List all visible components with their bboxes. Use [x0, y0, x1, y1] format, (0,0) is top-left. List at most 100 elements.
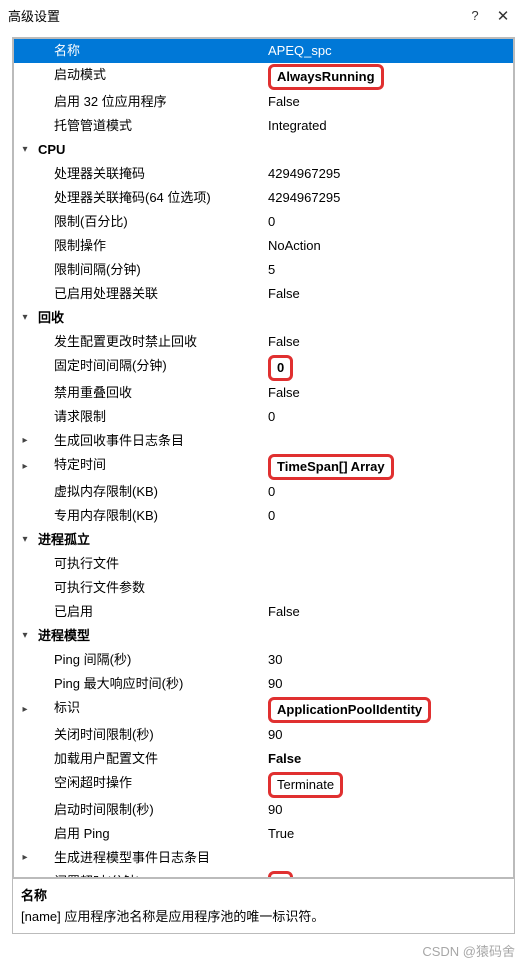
property-row[interactable]: 限制(百分比)0: [14, 210, 513, 234]
property-row[interactable]: 可执行文件参数: [14, 576, 513, 600]
property-row[interactable]: 处理器关联掩码(64 位选项)4294967295: [14, 186, 513, 210]
property-row[interactable]: 发生配置更改时禁止回收False: [14, 330, 513, 354]
property-value[interactable]: [264, 138, 513, 162]
property-row[interactable]: 已启用处理器关联False: [14, 282, 513, 306]
property-row[interactable]: 关闭时间限制(秒)90: [14, 723, 513, 747]
property-value[interactable]: False: [264, 381, 513, 405]
property-row[interactable]: 启用 PingTrue: [14, 822, 513, 846]
category-row[interactable]: ▾进程模型: [14, 624, 513, 648]
property-row[interactable]: 启用 32 位应用程序False: [14, 90, 513, 114]
property-row[interactable]: 虚拟内存限制(KB)0: [14, 480, 513, 504]
property-label: Ping 最大响应时间(秒): [36, 672, 264, 696]
property-label: 进程孤立: [36, 528, 264, 552]
property-row[interactable]: 处理器关联掩码4294967295: [14, 162, 513, 186]
property-row[interactable]: 禁用重叠回收False: [14, 381, 513, 405]
property-value[interactable]: [264, 624, 513, 648]
chevron-right-icon[interactable]: ▸: [14, 453, 36, 480]
property-row-selected[interactable]: 名称APEQ_spc: [14, 39, 513, 63]
property-row[interactable]: 请求限制0: [14, 405, 513, 429]
content-area: 名称APEQ_spc启动模式AlwaysRunning启用 32 位应用程序Fa…: [12, 37, 515, 934]
property-value[interactable]: 90: [264, 672, 513, 696]
expand-gutter: [14, 870, 36, 878]
chevron-down-icon[interactable]: ▾: [14, 528, 36, 552]
highlighted-value: Terminate: [268, 772, 343, 798]
property-label: 生成进程模型事件日志条目: [36, 846, 264, 870]
property-label: 限制(百分比): [36, 210, 264, 234]
property-grid[interactable]: 名称APEQ_spc启动模式AlwaysRunning启用 32 位应用程序Fa…: [13, 38, 514, 878]
chevron-right-icon[interactable]: ▸: [14, 696, 36, 723]
property-label: 特定时间: [36, 453, 264, 480]
property-row[interactable]: Ping 最大响应时间(秒)90: [14, 672, 513, 696]
property-row[interactable]: 可执行文件: [14, 552, 513, 576]
property-value[interactable]: 30: [264, 648, 513, 672]
property-value[interactable]: 4294967295: [264, 162, 513, 186]
chevron-down-icon[interactable]: ▾: [14, 624, 36, 648]
property-label: 启用 Ping: [36, 822, 264, 846]
property-label: 空闲超时操作: [36, 771, 264, 798]
chevron-right-icon[interactable]: ▸: [14, 846, 36, 870]
property-row[interactable]: ▸特定时间TimeSpan[] Array: [14, 453, 513, 480]
property-value[interactable]: 0: [264, 504, 513, 528]
property-value[interactable]: 0: [264, 405, 513, 429]
category-row[interactable]: ▾进程孤立: [14, 528, 513, 552]
property-label: 进程模型: [36, 624, 264, 648]
property-value[interactable]: APEQ_spc: [264, 39, 513, 63]
expand-gutter: [14, 504, 36, 528]
property-value[interactable]: 0: [264, 870, 513, 878]
property-value[interactable]: [264, 528, 513, 552]
property-value[interactable]: 0: [264, 354, 513, 381]
property-value[interactable]: False: [264, 90, 513, 114]
close-button[interactable]: ✕: [489, 7, 517, 25]
property-value[interactable]: ApplicationPoolIdentity: [264, 696, 513, 723]
property-row[interactable]: ▸生成进程模型事件日志条目: [14, 846, 513, 870]
expand-gutter: [14, 747, 36, 771]
property-row[interactable]: 闲置超时(分钟)0: [14, 870, 513, 878]
property-value[interactable]: [264, 552, 513, 576]
property-value[interactable]: True: [264, 822, 513, 846]
property-row[interactable]: 限制间隔(分钟)5: [14, 258, 513, 282]
property-value[interactable]: [264, 429, 513, 453]
property-row[interactable]: 限制操作NoAction: [14, 234, 513, 258]
property-value[interactable]: Integrated: [264, 114, 513, 138]
property-value[interactable]: [264, 846, 513, 870]
property-value[interactable]: 90: [264, 798, 513, 822]
property-row[interactable]: 专用内存限制(KB)0: [14, 504, 513, 528]
property-value[interactable]: NoAction: [264, 234, 513, 258]
property-value[interactable]: Terminate: [264, 771, 513, 798]
property-row[interactable]: ▸生成回收事件日志条目: [14, 429, 513, 453]
property-row[interactable]: 加载用户配置文件False: [14, 747, 513, 771]
description-title: 名称: [21, 885, 506, 904]
property-value[interactable]: False: [264, 747, 513, 771]
expand-gutter: [14, 210, 36, 234]
property-value[interactable]: AlwaysRunning: [264, 63, 513, 90]
help-button[interactable]: ?: [461, 8, 489, 23]
expand-gutter: [14, 822, 36, 846]
property-label: 生成回收事件日志条目: [36, 429, 264, 453]
property-label: CPU: [36, 138, 264, 162]
property-row[interactable]: 已启用False: [14, 600, 513, 624]
property-row[interactable]: 启动时间限制(秒)90: [14, 798, 513, 822]
property-value[interactable]: 4294967295: [264, 186, 513, 210]
property-value[interactable]: 0: [264, 210, 513, 234]
property-value[interactable]: False: [264, 282, 513, 306]
property-value[interactable]: 0: [264, 480, 513, 504]
category-row[interactable]: ▾CPU: [14, 138, 513, 162]
property-row[interactable]: ▸标识ApplicationPoolIdentity: [14, 696, 513, 723]
property-value[interactable]: 5: [264, 258, 513, 282]
property-value[interactable]: False: [264, 600, 513, 624]
category-row[interactable]: ▾回收: [14, 306, 513, 330]
property-row[interactable]: 启动模式AlwaysRunning: [14, 63, 513, 90]
property-row[interactable]: 托管管道模式Integrated: [14, 114, 513, 138]
chevron-right-icon[interactable]: ▸: [14, 429, 36, 453]
property-value[interactable]: [264, 306, 513, 330]
property-value[interactable]: TimeSpan[] Array: [264, 453, 513, 480]
property-row[interactable]: Ping 间隔(秒)30: [14, 648, 513, 672]
property-row[interactable]: 空闲超时操作Terminate: [14, 771, 513, 798]
chevron-down-icon[interactable]: ▾: [14, 138, 36, 162]
property-label: 启动模式: [36, 63, 264, 90]
chevron-down-icon[interactable]: ▾: [14, 306, 36, 330]
property-value[interactable]: 90: [264, 723, 513, 747]
property-row[interactable]: 固定时间间隔(分钟)0: [14, 354, 513, 381]
property-value[interactable]: [264, 576, 513, 600]
property-value[interactable]: False: [264, 330, 513, 354]
